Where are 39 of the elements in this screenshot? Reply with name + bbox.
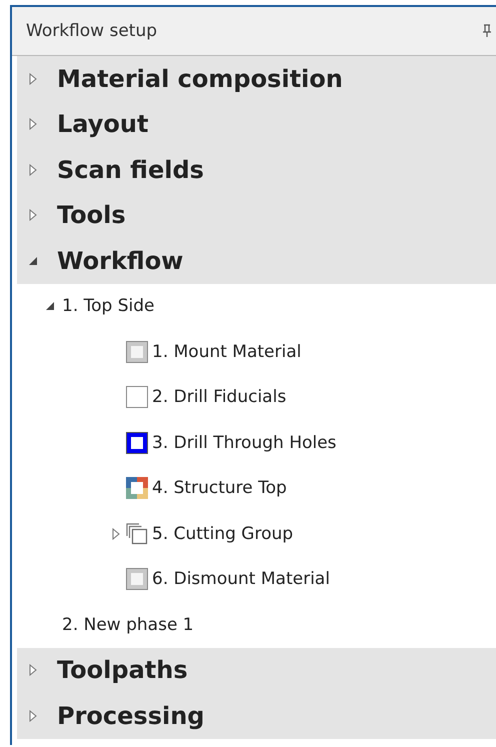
expand-triangle-icon[interactable] — [27, 118, 39, 130]
expand-triangle-icon[interactable] — [27, 710, 39, 722]
square-icon — [126, 386, 148, 408]
stacked-squares-icon — [126, 522, 148, 545]
tree-node[interactable]: 4. Structure Top — [152, 478, 287, 498]
section-label: Toolpaths — [57, 656, 188, 684]
tree-node[interactable]: 3. Drill Through Holes — [152, 432, 336, 453]
section-label: Material composition — [57, 64, 343, 93]
section-header[interactable]: Material composition — [17, 56, 496, 102]
tree-node[interactable]: 2. New phase 1 — [62, 614, 194, 635]
section-header[interactable]: Tools — [17, 192, 496, 238]
section-header[interactable]: Layout — [17, 102, 496, 147]
square-icon — [126, 432, 148, 454]
expand-triangle-icon[interactable] — [27, 209, 39, 222]
framed-square-icon — [126, 568, 148, 590]
section-header[interactable]: Scan fields — [17, 147, 496, 192]
section-label: Layout — [57, 110, 148, 138]
tree-node[interactable]: 1. Top Side — [62, 296, 154, 316]
section-label: Workflow — [57, 246, 184, 275]
tree-node[interactable]: 2. Drill Fiducials — [152, 387, 286, 408]
pin-icon[interactable] — [482, 24, 492, 38]
section-label: Scan fields — [57, 156, 204, 184]
tree-node[interactable]: 5. Cutting Group — [152, 524, 294, 544]
section-label: Processing — [57, 702, 204, 730]
quadrant-square-icon — [126, 477, 148, 500]
expand-triangle-icon[interactable] — [27, 164, 39, 176]
section-label: Tools — [57, 201, 126, 230]
section-header[interactable]: Processing — [17, 693, 496, 738]
expand-triangle-icon[interactable] — [27, 72, 39, 85]
panel-title: Workflow setup — [26, 21, 158, 41]
collapse-triangle-icon[interactable] — [27, 254, 39, 267]
expand-triangle-icon[interactable] — [27, 664, 39, 676]
tree-node[interactable]: 1. Mount Material — [152, 342, 302, 362]
collapse-triangle-icon[interactable] — [44, 300, 56, 312]
expand-triangle-icon[interactable] — [110, 528, 122, 540]
tree-node[interactable]: 6. Dismount Material — [152, 569, 330, 590]
framed-square-icon — [126, 340, 148, 363]
section-header[interactable]: Workflow — [17, 238, 496, 284]
section-header[interactable]: Toolpaths — [17, 648, 496, 693]
